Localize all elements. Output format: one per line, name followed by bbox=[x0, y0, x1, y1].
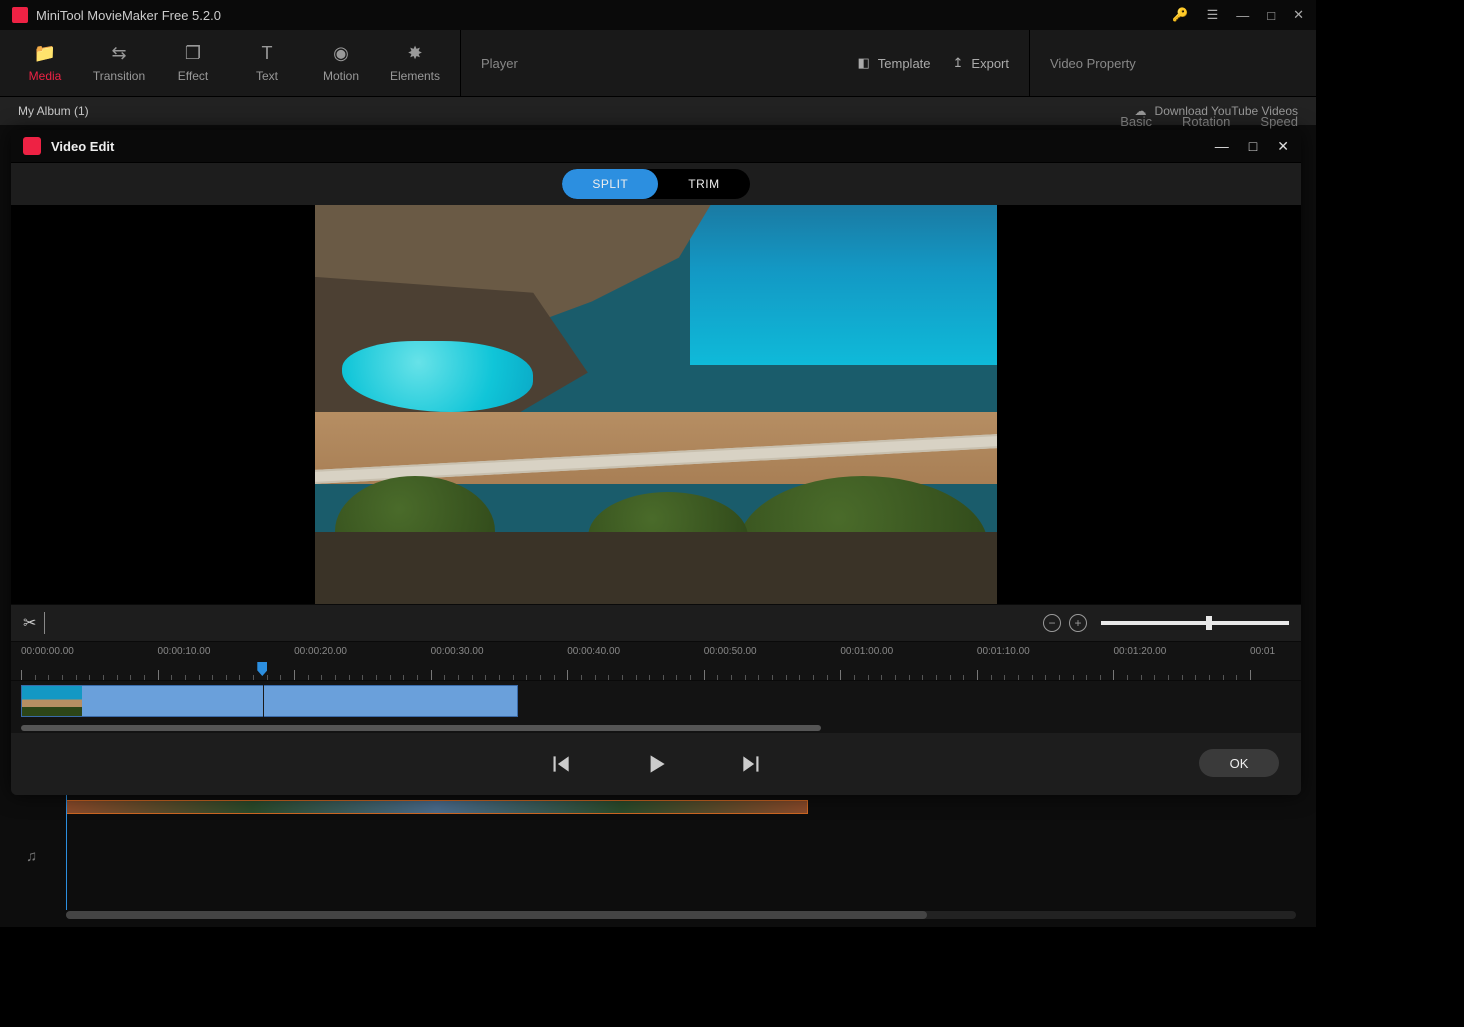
property-label: Video Property bbox=[1050, 56, 1136, 71]
preview-frame bbox=[315, 205, 997, 604]
timeline-scrollbar-thumb[interactable] bbox=[21, 725, 821, 731]
maximize-button[interactable]: □ bbox=[1267, 8, 1275, 23]
export-label: Export bbox=[971, 56, 1009, 71]
ruler-label: 00:01 bbox=[1250, 646, 1275, 657]
sparkle-icon: ✸ bbox=[407, 43, 422, 63]
tab-effect-label: Effect bbox=[178, 69, 208, 83]
tab-motion[interactable]: ◉ Motion bbox=[304, 30, 378, 96]
tab-transition[interactable]: ⇆ Transition bbox=[82, 30, 156, 96]
main-title-bar: MiniTool MovieMaker Free 5.2.0 🔑 ☰ — □ ✕ bbox=[0, 0, 1316, 30]
video-clip[interactable] bbox=[21, 685, 518, 717]
main-timeline-playhead[interactable] bbox=[66, 795, 67, 910]
dialog-maximize-button[interactable]: □ bbox=[1249, 138, 1257, 154]
mode-row: SPLIT TRIM bbox=[11, 163, 1301, 205]
playback-controls: OK bbox=[11, 733, 1301, 795]
window-controls: 🔑 ☰ — □ ✕ bbox=[1172, 7, 1304, 23]
dialog-title: Video Edit bbox=[51, 139, 1215, 154]
timeline-track[interactable] bbox=[11, 681, 1301, 723]
timeline-scrollbar[interactable] bbox=[11, 723, 1301, 733]
tab-transition-label: Transition bbox=[93, 69, 145, 83]
scissors-icon[interactable]: ✂ bbox=[23, 613, 36, 633]
property-tabs: Basic Rotation Speed bbox=[1120, 114, 1298, 129]
close-button[interactable]: ✕ bbox=[1293, 7, 1304, 23]
player-label: Player bbox=[481, 56, 835, 71]
tab-media[interactable]: 📁 Media bbox=[8, 30, 82, 96]
template-icon: ◧ bbox=[857, 55, 869, 71]
trim-mode-button[interactable]: TRIM bbox=[658, 169, 749, 199]
music-track-icon: ♫ bbox=[26, 848, 37, 865]
ruler-label: 00:00:20.00 bbox=[294, 646, 347, 657]
zoom-slider[interactable] bbox=[1101, 621, 1289, 625]
swap-icon: ⇆ bbox=[111, 43, 126, 63]
video-preview bbox=[11, 205, 1301, 604]
edit-toolbar: ✂ − + bbox=[11, 604, 1301, 642]
zoom-slider-thumb[interactable] bbox=[1206, 616, 1212, 630]
ruler-label: 00:01:00.00 bbox=[840, 646, 893, 657]
main-timeline-clip[interactable] bbox=[66, 800, 808, 814]
folder-icon: 📁 bbox=[34, 43, 56, 63]
menu-icon[interactable]: ☰ bbox=[1207, 7, 1219, 23]
play-button[interactable] bbox=[643, 751, 669, 777]
dialog-window-controls: — □ ✕ bbox=[1215, 138, 1289, 155]
tab-elements[interactable]: ✸ Elements bbox=[378, 30, 452, 96]
player-panel: Player ◧ Template ↥ Export bbox=[460, 30, 1030, 96]
tab-text-label: Text bbox=[256, 69, 278, 83]
ok-button[interactable]: OK bbox=[1199, 749, 1279, 777]
ruler-label: 00:00:50.00 bbox=[704, 646, 757, 657]
timeline-ruler[interactable]: 00:00:00.00 00:00:10.00 00:00:20.00 00:00:3… bbox=[11, 642, 1301, 681]
album-label: My Album (1) bbox=[18, 104, 89, 118]
dialog-minimize-button[interactable]: — bbox=[1215, 138, 1229, 154]
step-forward-button[interactable] bbox=[739, 751, 765, 777]
minimize-button[interactable]: — bbox=[1236, 8, 1249, 23]
dialog-logo-icon bbox=[23, 137, 41, 155]
step-back-button[interactable] bbox=[547, 751, 573, 777]
prop-tab-basic[interactable]: Basic bbox=[1120, 114, 1152, 129]
dialog-close-button[interactable]: ✕ bbox=[1277, 138, 1289, 155]
clip-split-line bbox=[263, 685, 264, 717]
ruler-label: 00:00:30.00 bbox=[431, 646, 484, 657]
dialog-title-bar: Video Edit — □ ✕ bbox=[11, 130, 1301, 163]
clip-thumbnail bbox=[22, 686, 82, 716]
template-button[interactable]: ◧ Template bbox=[857, 55, 930, 71]
export-icon: ↥ bbox=[953, 55, 964, 71]
main-window: MiniTool MovieMaker Free 5.2.0 🔑 ☰ — □ ✕… bbox=[0, 0, 1316, 927]
tab-media-label: Media bbox=[29, 69, 62, 83]
tool-tabs: 📁 Media ⇆ Transition ❐ Effect T Text ◉ M… bbox=[0, 30, 460, 96]
tab-elements-label: Elements bbox=[390, 69, 440, 83]
export-button[interactable]: ↥ Export bbox=[953, 55, 1009, 71]
template-label: Template bbox=[878, 56, 931, 71]
app-logo-icon bbox=[12, 7, 28, 23]
tab-motion-label: Motion bbox=[323, 69, 359, 83]
prop-tab-rotation[interactable]: Rotation bbox=[1182, 114, 1230, 129]
album-bar: My Album (1) ☁ Download YouTube Videos bbox=[0, 97, 1316, 125]
prop-tab-speed[interactable]: Speed bbox=[1260, 114, 1298, 129]
video-edit-dialog: Video Edit — □ ✕ SPLIT TRIM bbox=[11, 130, 1301, 795]
app-title: MiniTool MovieMaker Free 5.2.0 bbox=[36, 8, 1172, 23]
playhead[interactable] bbox=[257, 662, 267, 676]
ruler-label: 00:01:20.00 bbox=[1113, 646, 1166, 657]
mode-toggle: SPLIT TRIM bbox=[562, 169, 749, 199]
key-icon[interactable]: 🔑 bbox=[1172, 7, 1188, 23]
zoom-out-button[interactable]: − bbox=[1043, 614, 1061, 632]
main-timeline-scrollbar[interactable] bbox=[66, 911, 1296, 919]
tab-effect[interactable]: ❐ Effect bbox=[156, 30, 230, 96]
tab-text[interactable]: T Text bbox=[230, 30, 304, 96]
ruler-label: 00:00:00.00 bbox=[21, 646, 74, 657]
ruler-label: 00:00:40.00 bbox=[567, 646, 620, 657]
ruler-label: 00:00:10.00 bbox=[158, 646, 211, 657]
main-toolbar: 📁 Media ⇆ Transition ❐ Effect T Text ◉ M… bbox=[0, 30, 1316, 97]
split-marker-icon bbox=[44, 612, 45, 634]
ruler-label: 00:01:10.00 bbox=[977, 646, 1030, 657]
property-panel-header: Video Property bbox=[1030, 30, 1316, 96]
motion-icon: ◉ bbox=[333, 43, 349, 63]
split-mode-button[interactable]: SPLIT bbox=[562, 169, 658, 199]
zoom-in-button[interactable]: + bbox=[1069, 614, 1087, 632]
layers-icon: ❐ bbox=[185, 43, 201, 63]
text-icon: T bbox=[262, 43, 273, 63]
